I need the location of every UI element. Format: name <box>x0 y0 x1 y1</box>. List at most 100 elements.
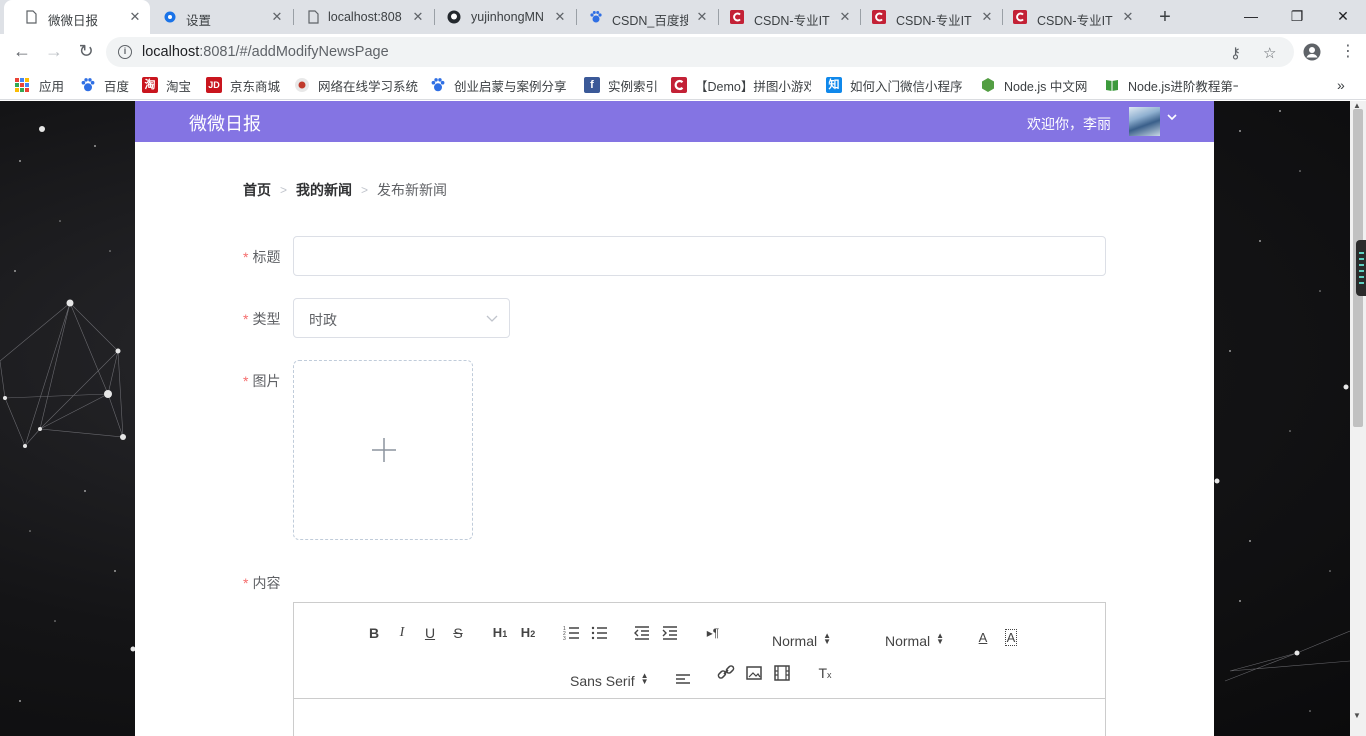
link-icon[interactable] <box>715 663 737 683</box>
underline-icon[interactable]: U <box>419 623 441 643</box>
size-picker[interactable]: Normal ▲ ▼ <box>772 632 831 650</box>
bookmark-label: Node.js进阶教程第一 <box>1128 79 1238 94</box>
apps-grid-icon <box>15 78 29 92</box>
bookmark-item[interactable]: 百度 <box>80 76 129 94</box>
page-icon <box>308 10 319 24</box>
nodejs-icon <box>982 78 994 92</box>
bullet-list-icon[interactable] <box>589 623 611 643</box>
header-1-icon[interactable]: H1 <box>489 623 511 643</box>
close-tab-icon[interactable]: ✕ <box>269 9 285 25</box>
address-bar[interactable]: i localhost:8081/#/addModifyNewsPage ⚷ ☆ <box>106 37 1294 67</box>
bookmark-item[interactable]: Node.js 中文网 <box>980 76 1087 94</box>
header-picker[interactable]: Normal ▲ ▼ <box>885 631 945 650</box>
breadcrumb-home[interactable]: 首页 <box>243 180 271 200</box>
breadcrumb-my-news[interactable]: 我的新闻 <box>296 180 352 200</box>
image-icon[interactable] <box>743 663 765 683</box>
type-label: * 类型 <box>243 309 280 329</box>
reload-icon[interactable]: ↻ <box>75 42 97 62</box>
close-tab-icon[interactable]: ✕ <box>694 9 710 25</box>
chevron-down-icon[interactable] <box>1166 111 1178 123</box>
bookmark-item[interactable]: 创业启蒙与案例分享 <box>430 76 567 94</box>
close-tab-icon[interactable]: ✕ <box>1120 9 1136 25</box>
bookmark-item[interactable]: 应用 <box>15 76 64 94</box>
bold-icon[interactable]: B <box>363 623 385 643</box>
app-brand[interactable]: 微微日报 <box>189 110 261 136</box>
app-header: 微微日报 欢迎你，李丽 <box>135 101 1214 142</box>
align-left-icon[interactable] <box>672 669 694 689</box>
browser-tab-title: CSDN-专业IT <box>1037 14 1113 28</box>
close-tab-icon[interactable]: ✕ <box>979 9 995 25</box>
bookmark-label: 实例索引 <box>608 79 659 94</box>
title-label: * 标题 <box>243 247 280 267</box>
bookmark-item[interactable]: JD 京东商城 <box>206 76 280 94</box>
bookmark-star-icon[interactable]: ☆ <box>1263 44 1276 62</box>
image-uploader[interactable] <box>293 360 473 540</box>
svg-text:3: 3 <box>563 636 566 642</box>
more-bookmarks-icon[interactable]: » <box>1337 76 1345 94</box>
avatar[interactable] <box>1129 107 1160 136</box>
browser-tab[interactable]: 微微日报 ✕ <box>4 0 150 34</box>
content-label-text: 内容 <box>252 575 281 591</box>
page-scrollbar[interactable]: ▲ ▼ <box>1350 101 1366 736</box>
chevron-right-icon: > <box>361 183 369 197</box>
scroll-down-arrow-icon[interactable]: ▼ <box>1353 711 1361 720</box>
bookmark-item[interactable]: 淘 淘宝 <box>142 76 191 94</box>
restore-window-icon[interactable]: ❐ <box>1274 0 1320 34</box>
browser-tab[interactable]: CSDN_百度搜 ✕ <box>577 0 718 34</box>
type-select[interactable]: 时政 <box>293 298 510 338</box>
browser-tab[interactable]: CSDN-专业IT ✕ <box>861 0 1002 34</box>
bookmark-item[interactable]: 【Demo】拼图小游戏 <box>671 76 811 94</box>
minimize-window-icon[interactable]: — <box>1228 0 1274 34</box>
browser-tab[interactable]: yujinhongMN ✕ <box>435 0 576 34</box>
font-picker[interactable]: Sans Serif ▲ ▼ <box>570 672 649 690</box>
new-tab-icon[interactable]: + <box>1154 6 1176 28</box>
strike-icon[interactable]: S <box>447 623 469 643</box>
address-url[interactable]: localhost:8081/#/addModifyNewsPage <box>142 44 389 60</box>
browser-tab-title: localhost:808 <box>328 10 402 24</box>
font-color-icon[interactable]: A <box>972 628 994 648</box>
forward-arrow-icon[interactable]: → <box>43 42 65 62</box>
close-tab-icon[interactable]: ✕ <box>127 9 143 25</box>
bookmark-item[interactable]: 网络在线学习系统 <box>294 76 418 94</box>
back-arrow-icon[interactable]: ← <box>11 42 33 62</box>
video-icon[interactable] <box>771 663 793 683</box>
csdn-icon <box>730 10 744 24</box>
breadcrumb: 首页 > 我的新闻 > 发布新新闻 <box>243 180 447 200</box>
side-widget[interactable] <box>1356 240 1366 296</box>
italic-icon[interactable]: I <box>391 623 413 643</box>
browser-menu-icon[interactable]: ⋮ <box>1340 41 1356 61</box>
indent-icon[interactable] <box>659 623 681 643</box>
title-input[interactable] <box>293 236 1106 276</box>
size-picker-label: Normal <box>772 633 818 649</box>
header-2-icon[interactable]: H2 <box>517 623 539 643</box>
bookmark-item[interactable]: f 实例索引 <box>584 76 658 94</box>
font-picker-label: Sans Serif <box>570 673 635 689</box>
profile-avatar-icon[interactable] <box>1303 43 1321 61</box>
image-label: * 图片 <box>243 371 280 391</box>
picker-arrows-icon: ▲ ▼ <box>936 631 945 646</box>
text-direction-icon[interactable]: ▸¶ <box>702 623 724 643</box>
browser-tab[interactable]: CSDN-专业IT ✕ <box>719 0 860 34</box>
close-tab-icon[interactable]: ✕ <box>410 9 426 25</box>
bookmark-item[interactable]: 知 如何入门微信小程序 <box>826 76 962 94</box>
browser-tab[interactable]: localhost:808 ✕ <box>294 0 434 34</box>
bookmark-item[interactable]: Node.js进阶教程第一 <box>1104 76 1238 94</box>
browser-tab-title: CSDN-专业IT <box>754 14 830 28</box>
outdent-icon[interactable] <box>631 623 653 643</box>
clear-format-icon[interactable]: Tx <box>814 663 836 683</box>
ordered-list-icon[interactable]: 123 <box>561 623 583 643</box>
background-color-icon[interactable]: A <box>1000 628 1022 648</box>
chevron-down-icon <box>486 315 498 322</box>
key-icon[interactable]: ⚷ <box>1230 44 1241 62</box>
title-label-text: 标题 <box>252 249 281 265</box>
baidu-paw-icon <box>431 78 445 92</box>
browser-tab[interactable]: 设置 ✕ <box>150 0 292 34</box>
browser-tab[interactable]: CSDN-专业IT ✕ <box>1003 0 1144 34</box>
close-tab-icon[interactable]: ✕ <box>837 9 853 25</box>
required-mark: * <box>243 249 249 265</box>
breadcrumb-current: 发布新新闻 <box>377 182 448 198</box>
site-info-icon[interactable]: i <box>118 45 132 59</box>
csdn-icon <box>1013 10 1027 24</box>
close-tab-icon[interactable]: ✕ <box>552 9 568 25</box>
close-window-icon[interactable]: ✕ <box>1320 0 1366 34</box>
